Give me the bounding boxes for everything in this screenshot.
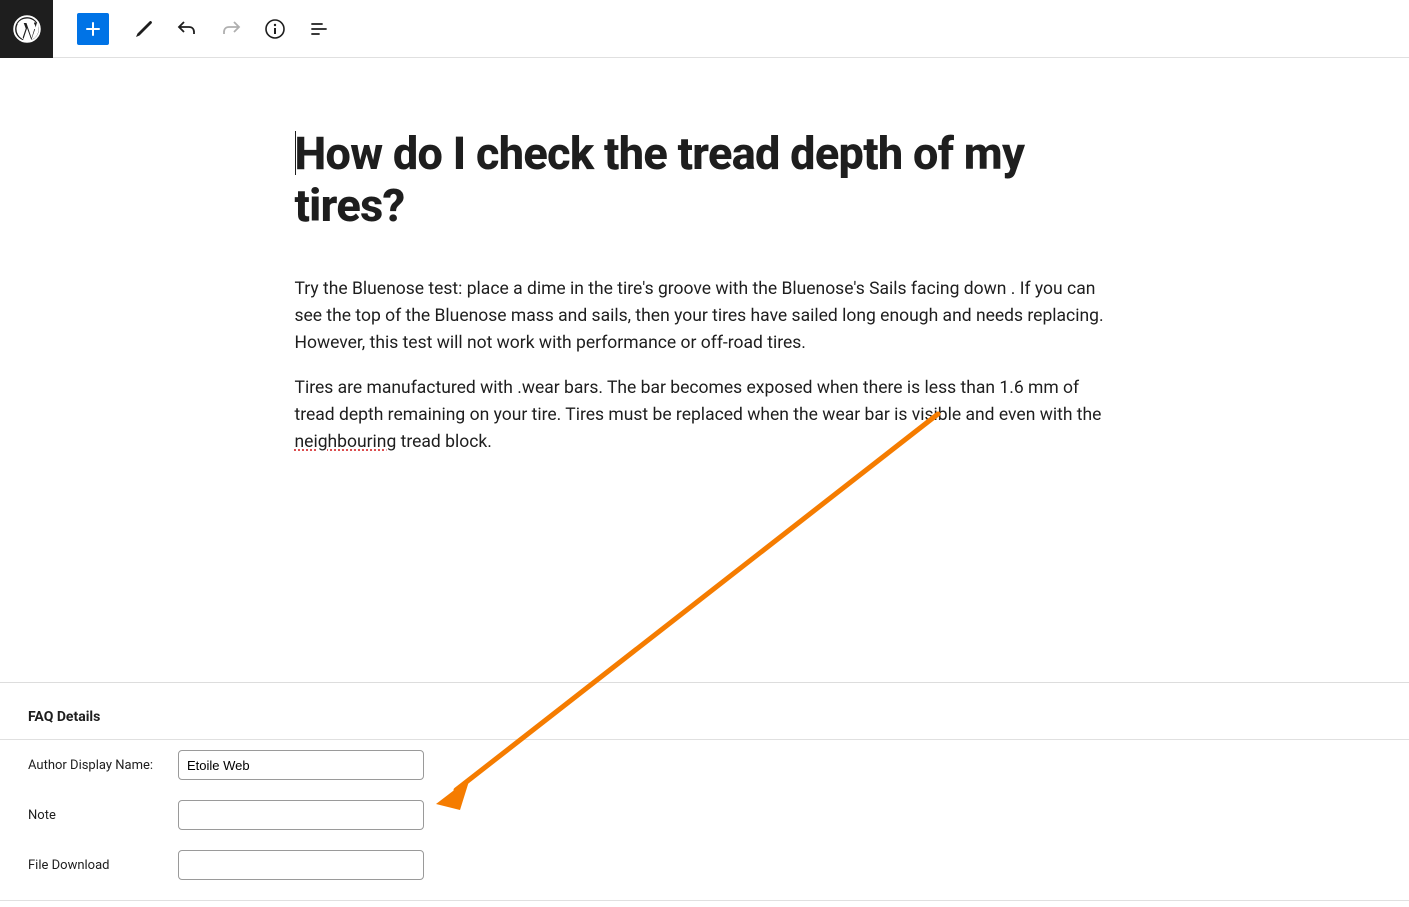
author-display-name-input[interactable]: [178, 750, 424, 780]
add-block-button[interactable]: [77, 13, 109, 45]
plus-icon: [81, 17, 105, 41]
info-button[interactable]: [257, 11, 293, 47]
panel-divider: [0, 900, 1409, 901]
field-row-file: File Download: [0, 840, 1409, 890]
field-row-author: Author Display Name:: [0, 740, 1409, 790]
post-title[interactable]: How do I check the tread depth of my tir…: [295, 128, 1115, 232]
text-cursor: [295, 131, 296, 175]
paragraph-text-post: tread block.: [396, 432, 492, 452]
toolbar-tools: [73, 11, 341, 47]
file-download-label: File Download: [28, 858, 178, 873]
editor-toolbar: [0, 0, 1409, 58]
editor-canvas[interactable]: How do I check the tread depth of my tir…: [0, 58, 1409, 474]
note-label: Note: [28, 808, 178, 823]
pencil-icon: [131, 17, 155, 41]
author-label: Author Display Name:: [28, 758, 178, 773]
faq-details-panel: FAQ Details Author Display Name: Note Fi…: [0, 682, 1409, 901]
field-row-note: Note: [0, 790, 1409, 840]
list-icon: [307, 17, 331, 41]
paragraph-block[interactable]: Try the Bluenose test: place a dime in t…: [295, 276, 1115, 357]
file-download-input[interactable]: [178, 850, 424, 880]
note-input[interactable]: [178, 800, 424, 830]
redo-icon: [219, 17, 243, 41]
wordpress-logo[interactable]: [0, 0, 53, 58]
info-icon: [263, 17, 287, 41]
undo-button[interactable]: [169, 11, 205, 47]
redo-button[interactable]: [213, 11, 249, 47]
outline-button[interactable]: [301, 11, 337, 47]
paragraph-block[interactable]: Tires are manufactured with .wear bars. …: [295, 375, 1115, 456]
paragraph-text: Try the Bluenose test: place a dime in t…: [295, 279, 1104, 353]
wordpress-icon: [13, 15, 41, 43]
panel-title: FAQ Details: [0, 695, 1409, 740]
edit-tool-button[interactable]: [125, 11, 161, 47]
spellcheck-underline: neighbouring: [295, 432, 397, 452]
paragraph-text-pre: Tires are manufactured with .wear bars. …: [295, 378, 1102, 425]
post-title-text: How do I check the tread depth of my tir…: [295, 127, 1025, 232]
undo-icon: [175, 17, 199, 41]
post-content: How do I check the tread depth of my tir…: [295, 128, 1115, 474]
